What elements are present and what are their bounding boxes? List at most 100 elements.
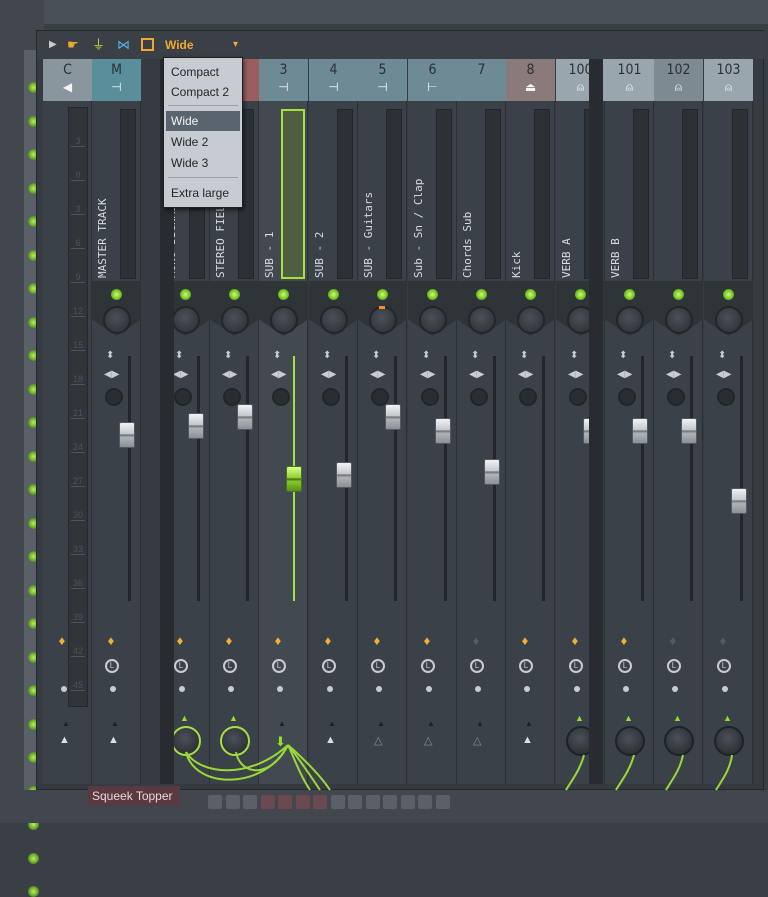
pan-knob[interactable] <box>369 306 397 334</box>
volume-fader[interactable] <box>286 466 302 492</box>
track-header[interactable]: 7 <box>457 59 506 101</box>
swap-icon[interactable]: ⬍ <box>520 351 528 361</box>
send-up-icon[interactable]: ▲ <box>180 713 189 723</box>
track-header[interactable]: 4 ⊣ <box>309 59 358 101</box>
record-arm-icon[interactable]: ♦ <box>567 633 583 649</box>
stereo-separation-icon[interactable]: ◀▶ <box>173 369 188 380</box>
channel-led[interactable] <box>28 886 39 897</box>
pan-knob[interactable] <box>665 306 693 334</box>
record-arm-icon[interactable]: ♦ <box>616 633 632 649</box>
record-arm-icon[interactable]: ♦ <box>103 633 119 649</box>
latency-clock-icon[interactable]: L <box>470 659 484 673</box>
latency-clock-icon[interactable]: L <box>569 659 583 673</box>
latency-clock-icon[interactable]: L <box>618 659 632 673</box>
route-dot[interactable] <box>722 686 728 692</box>
hand-icon[interactable]: ☛ <box>67 36 79 54</box>
send-level-knob[interactable] <box>664 726 694 756</box>
stereo-knob[interactable] <box>569 388 587 406</box>
mixer-track[interactable]: 103 ⍝ ⬍ ◀▶ ♦ L ▲ <box>704 59 753 784</box>
record-arm-icon[interactable]: ♦ <box>715 633 731 649</box>
track-header[interactable]: 5 ⊣ <box>358 59 407 101</box>
route-dot[interactable] <box>277 686 283 692</box>
track-name[interactable]: MASTER TRACK <box>96 113 110 278</box>
step-button[interactable] <box>400 795 415 809</box>
stereo-knob[interactable] <box>421 388 439 406</box>
volume-fader[interactable] <box>119 422 135 448</box>
track-header[interactable]: 8 ⏏ <box>506 59 555 101</box>
send-level-knob[interactable] <box>220 726 250 756</box>
pan-knob[interactable] <box>616 306 644 334</box>
swap-icon[interactable]: ⬍ <box>106 351 114 361</box>
routing-icon[interactable]: ⊣ <box>259 78 308 96</box>
send-level-knob[interactable] <box>714 726 744 756</box>
stereo-separation-icon[interactable]: ◀▶ <box>271 369 286 380</box>
volume-fader[interactable] <box>731 488 747 514</box>
channel-name-button[interactable]: Squeek Topper <box>88 786 180 806</box>
routing-out-icon[interactable]: ⊢ <box>408 78 457 96</box>
step-button[interactable] <box>208 795 222 809</box>
send-triangle-icon[interactable]: ▲ <box>522 734 533 746</box>
track-name[interactable]: Kick <box>510 113 524 279</box>
dropdown-item-extra-large[interactable]: Extra large <box>166 183 240 203</box>
layout-preset-label[interactable]: Wide <box>165 36 194 54</box>
track-name[interactable]: Sub - Sn / Clap <box>412 113 426 278</box>
step-button[interactable] <box>348 795 362 809</box>
step-button[interactable] <box>365 795 380 809</box>
track-name[interactable]: SUB - Guitars <box>362 113 376 278</box>
send-up-icon[interactable]: ▲ <box>278 719 286 728</box>
stereo-knob[interactable] <box>105 388 123 406</box>
step-button[interactable] <box>243 795 257 809</box>
mic-icon[interactable]: ⍝ <box>605 78 654 96</box>
stereo-knob[interactable] <box>667 388 685 406</box>
mixer-track[interactable]: 3 ⊣ SUB - 1 ⬍ ◀▶ ♦ L ▲ ⬇ <box>259 59 308 784</box>
swap-icon[interactable]: ⬍ <box>471 351 479 361</box>
route-dot[interactable] <box>524 686 530 692</box>
pan-knob[interactable] <box>103 306 131 334</box>
send-up-icon[interactable]: ▲ <box>62 719 70 728</box>
route-dot[interactable] <box>179 686 185 692</box>
route-dot[interactable] <box>623 686 629 692</box>
track-header[interactable]: 103 ⍝ <box>704 59 753 101</box>
send-up-icon[interactable]: ▲ <box>575 713 584 723</box>
route-dot[interactable] <box>574 686 580 692</box>
step-button[interactable] <box>225 795 240 809</box>
route-dot[interactable] <box>426 686 432 692</box>
latency-clock-icon[interactable]: L <box>272 659 286 673</box>
mute-led[interactable] <box>229 289 240 300</box>
send-up-icon[interactable]: ▲ <box>525 719 533 728</box>
mute-led[interactable] <box>427 289 438 300</box>
volume-fader[interactable] <box>632 417 648 444</box>
volume-fader[interactable] <box>435 417 451 444</box>
latency-clock-icon[interactable]: L <box>105 659 119 673</box>
send-up-icon[interactable]: ▲ <box>377 719 385 728</box>
swap-icon[interactable]: ⬍ <box>175 351 183 361</box>
record-arm-icon[interactable]: ♦ <box>369 633 385 649</box>
swap-icon[interactable]: ⬍ <box>668 351 676 361</box>
send-up-icon[interactable]: ▲ <box>723 713 732 723</box>
record-arm-icon[interactable]: ♦ <box>270 633 286 649</box>
dropdown-item-compact[interactable]: Compact <box>166 62 240 82</box>
track-name[interactable]: SUB - 1 <box>263 113 277 278</box>
stereo-separation-icon[interactable]: ◀▶ <box>321 369 336 380</box>
dropdown-item-wide-3[interactable]: Wide 3 <box>166 153 240 173</box>
step-button[interactable] <box>383 795 397 809</box>
mixer-track[interactable]: 4 ⊣ SUB - 2 ⬍ ◀▶ ♦ L ▲ ▲ <box>309 59 358 784</box>
send-triangle-icon[interactable]: △ <box>374 734 382 747</box>
stereo-separation-icon[interactable]: ◀▶ <box>617 369 632 380</box>
track-name[interactable]: Chords Sub <box>461 113 475 278</box>
swap-icon[interactable]: ⬍ <box>372 351 380 361</box>
track-name[interactable]: VERB A <box>560 113 574 278</box>
bowtie-icon[interactable]: ⋈ <box>117 36 130 54</box>
pan-knob[interactable] <box>419 306 447 334</box>
routing-icon[interactable]: ⊣ <box>358 78 407 96</box>
plug-icon[interactable]: ⏏ <box>506 78 555 96</box>
mixer-track[interactable]: 101 ⍝ VERB B ⬍ ◀▶ ♦ L ▲ <box>605 59 654 784</box>
mixer-track[interactable]: 102 ⍝ ⬍ ◀▶ ♦ L ▲ <box>654 59 703 784</box>
swap-icon[interactable]: ⬍ <box>323 351 331 361</box>
stereo-separation-icon[interactable]: ◀▶ <box>469 369 484 380</box>
step-button[interactable] <box>278 795 292 809</box>
track-name[interactable]: VERB B <box>609 113 623 278</box>
mute-led[interactable] <box>673 289 684 300</box>
swap-icon[interactable]: ⬍ <box>570 351 578 361</box>
stereo-knob[interactable] <box>272 388 290 406</box>
